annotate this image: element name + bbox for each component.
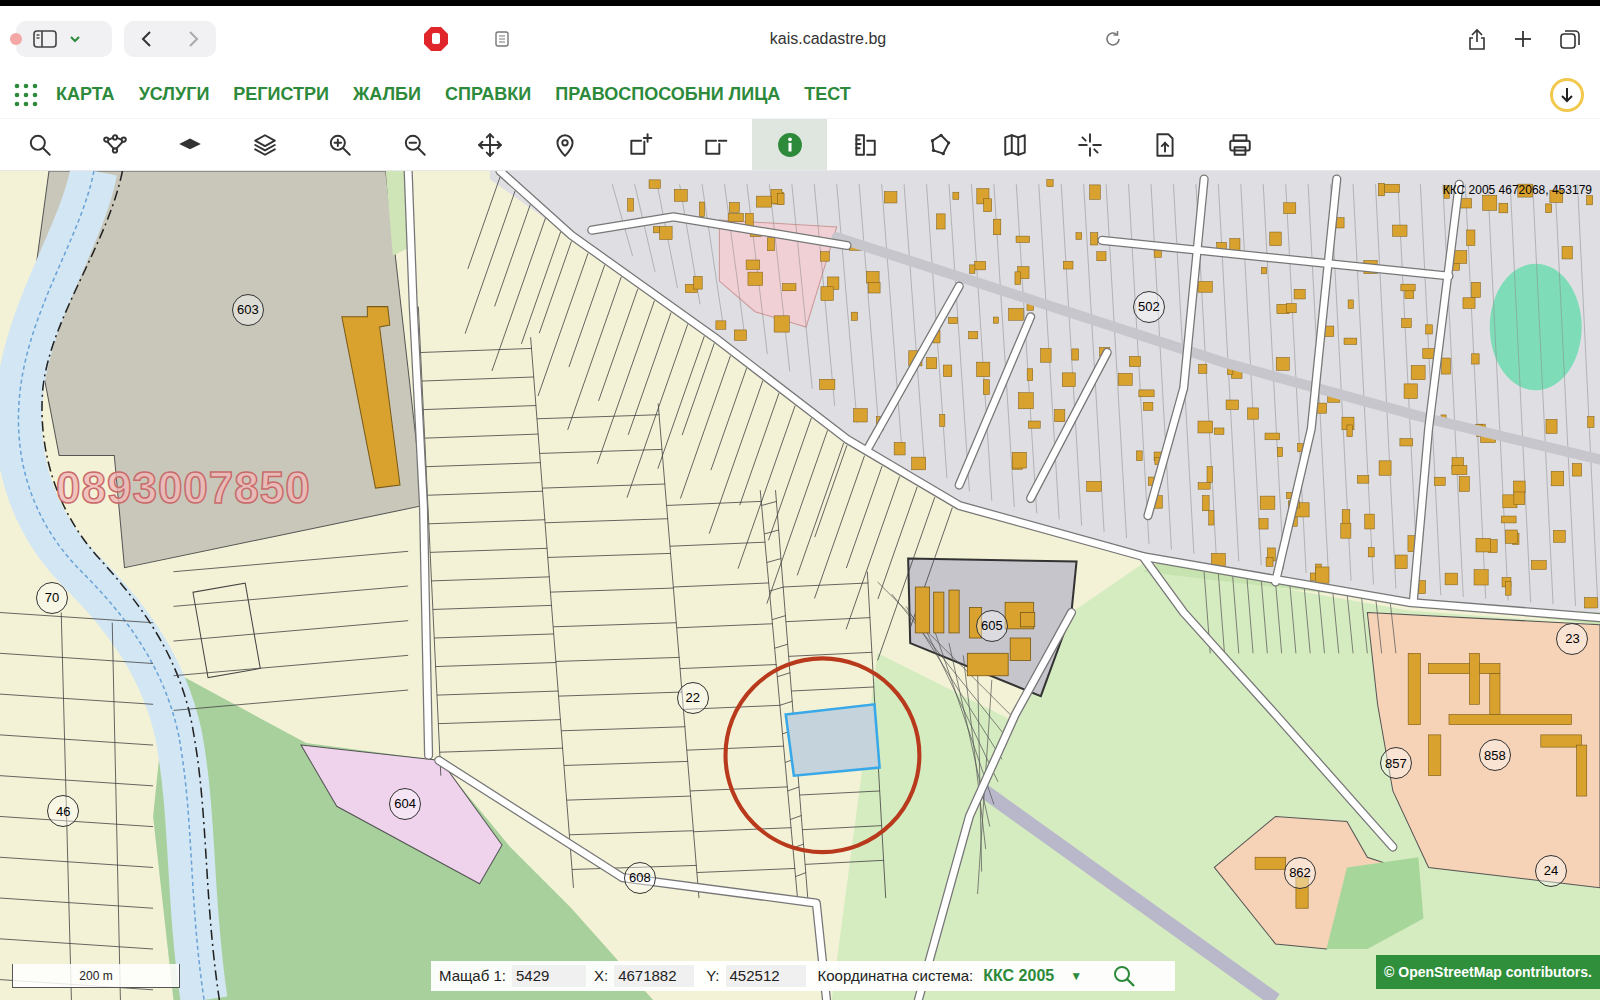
plot-label: 605	[976, 610, 1008, 642]
menu-item[interactable]: УСЛУГИ	[139, 81, 210, 108]
search-icon	[27, 132, 53, 158]
zoom-out-icon	[402, 132, 428, 158]
layer-icon	[177, 132, 203, 158]
sidebar-icon[interactable]	[32, 29, 58, 49]
forward-icon[interactable]	[185, 30, 201, 48]
tool-button[interactable]	[1127, 119, 1202, 170]
tool-button[interactable]	[2, 119, 77, 170]
apps-grid-icon[interactable]	[12, 81, 40, 109]
tool-button[interactable]	[77, 119, 152, 170]
window-controls	[16, 21, 221, 57]
tool-button[interactable]	[1202, 119, 1277, 170]
upload-document-icon	[1152, 132, 1178, 158]
cursor-coordinates: ККС 2005 4672068, 453179	[1443, 181, 1592, 199]
menu-item[interactable]: КАРТА	[56, 81, 115, 108]
pin-icon	[552, 132, 578, 158]
tool-button[interactable]	[227, 119, 302, 170]
plot-label: 70	[36, 582, 68, 614]
plot-label: 22	[677, 682, 709, 714]
plot-label: 46	[47, 795, 79, 827]
crs-dropdown[interactable]: ▼	[1070, 967, 1082, 985]
tool-button[interactable]	[902, 119, 977, 170]
ruler-icon	[852, 132, 878, 158]
crs-select[interactable]: ККС 2005	[983, 964, 1054, 988]
y-label: Y:	[706, 965, 719, 988]
reload-icon[interactable]	[1103, 29, 1123, 49]
x-input[interactable]: 4671882	[614, 965, 694, 988]
move-icon	[477, 132, 503, 158]
route-icon	[102, 132, 128, 158]
search-icon[interactable]	[1112, 964, 1136, 988]
scale-bar-label: 200 m	[79, 967, 112, 985]
browser-toolbar: kais.cadastre.bg	[0, 0, 1600, 71]
menu-item[interactable]: СПРАВКИ	[445, 81, 531, 108]
scale-bar: 200 m	[12, 964, 180, 988]
address-bar[interactable]: kais.cadastre.bg	[513, 27, 1103, 51]
tool-button[interactable]	[452, 119, 527, 170]
download-button[interactable]	[1550, 78, 1584, 112]
map-toolbar	[0, 119, 1600, 171]
chevron-down-icon[interactable]	[68, 32, 82, 46]
page-menu-icon[interactable]	[493, 30, 513, 48]
select-add-icon	[627, 132, 653, 158]
download-icon	[1559, 86, 1575, 104]
menu-item[interactable]: РЕГИСТРИ	[233, 81, 329, 108]
crosshair-icon	[1077, 132, 1103, 158]
tool-button[interactable]	[752, 119, 827, 170]
browser-actions	[1466, 27, 1582, 51]
tool-button[interactable]	[377, 119, 452, 170]
attribution[interactable]: © OpenStreetMap contributors.	[1376, 955, 1600, 989]
menu-item[interactable]: ТЕСТ	[804, 81, 851, 108]
tabs-overview-icon[interactable]	[1558, 27, 1582, 51]
plot-label: 502	[1133, 291, 1165, 323]
stop-extension-icon[interactable]	[423, 26, 449, 52]
watermark: 0893007850	[56, 455, 311, 521]
y-input[interactable]: 452512	[726, 965, 806, 988]
menu-item[interactable]: ЖАЛБИ	[353, 81, 421, 108]
scale-input[interactable]: 5429	[512, 965, 586, 988]
polygon-icon	[927, 132, 953, 158]
print-icon	[1227, 132, 1253, 158]
main-menu: КАРТА УСЛУГИ РЕГИСТРИ ЖАЛБИ СПРАВКИ ПРАВОСПОС…	[0, 71, 1600, 119]
tool-button[interactable]	[602, 119, 677, 170]
plot-label: 858	[1479, 739, 1511, 771]
plot-label: 603	[232, 294, 264, 326]
plot-label: 857	[1380, 747, 1412, 779]
close-dot-icon[interactable]	[10, 33, 22, 45]
address-area: kais.cadastre.bg	[423, 26, 1123, 52]
plot-label: 24	[1535, 855, 1567, 887]
attribution-text: © OpenStreetMap contributors.	[1384, 964, 1592, 980]
tool-button[interactable]	[527, 119, 602, 170]
tool-button[interactable]	[152, 119, 227, 170]
plot-label: 23	[1556, 623, 1588, 655]
tool-button[interactable]	[302, 119, 377, 170]
plot-label: 608	[624, 862, 656, 894]
share-icon[interactable]	[1466, 27, 1488, 51]
plot-label: 604	[389, 788, 421, 820]
x-label: X:	[594, 965, 608, 988]
layers-icon	[252, 132, 278, 158]
map-icon	[1002, 132, 1028, 158]
menu-item[interactable]: ПРАВОСПОСОБНИ ЛИЦА	[555, 81, 780, 108]
sidebar-toggle-group[interactable]	[16, 21, 112, 57]
map-canvas[interactable]: 0893007850 ККС 2005 4672068, 453179 603 7…	[0, 171, 1600, 1000]
info-icon	[777, 132, 803, 158]
map-labels: 603 70 46 604 608 22 605 502 23 857 858 862 24	[0, 171, 1600, 1000]
status-bar: Мащаб 1: 5429 X: 4671882 Y: 452512 Коорд…	[431, 961, 1175, 991]
tool-button[interactable]	[827, 119, 902, 170]
scale-label: Мащаб 1:	[439, 965, 506, 988]
tool-button[interactable]	[977, 119, 1052, 170]
new-tab-icon[interactable]	[1512, 28, 1534, 50]
history-buttons	[124, 21, 216, 57]
menu-items: КАРТА УСЛУГИ РЕГИСТРИ ЖАЛБИ СПРАВКИ ПРАВОСПОС…	[56, 81, 851, 108]
back-icon[interactable]	[139, 30, 155, 48]
tool-button[interactable]	[1052, 119, 1127, 170]
tool-button[interactable]	[677, 119, 752, 170]
plot-label: 862	[1284, 857, 1316, 889]
select-remove-icon	[702, 132, 728, 158]
crs-label: Координатна система:	[818, 965, 974, 988]
zoom-in-icon	[327, 132, 353, 158]
